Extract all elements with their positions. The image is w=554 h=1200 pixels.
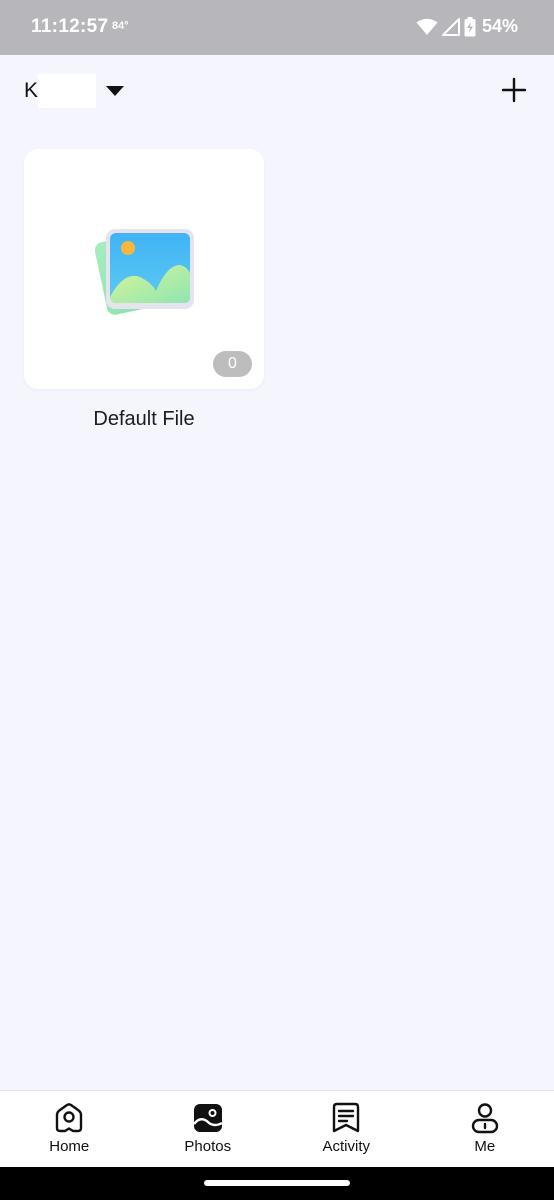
add-button[interactable] bbox=[498, 74, 530, 106]
battery-percentage: 54% bbox=[481, 16, 518, 36]
nav-me-label: Me bbox=[474, 1138, 496, 1155]
album-item[interactable]: 0 Default File bbox=[24, 149, 264, 431]
nav-home[interactable]: Home bbox=[0, 1091, 139, 1168]
account-selector[interactable]: K bbox=[24, 73, 125, 109]
gesture-handle[interactable] bbox=[204, 1180, 350, 1186]
nav-photos-label: Photos bbox=[184, 1138, 232, 1155]
album-name: Default File bbox=[93, 408, 195, 430]
account-name: K bbox=[24, 79, 39, 102]
nav-me[interactable]: Me bbox=[416, 1091, 554, 1168]
account-name-redacted bbox=[38, 74, 97, 108]
album-card[interactable]: 0 bbox=[24, 149, 264, 389]
nav-activity-label: Activity bbox=[322, 1138, 370, 1155]
wifi-icon bbox=[416, 18, 438, 36]
bottom-nav: Home Photos Activity Me bbox=[0, 1090, 554, 1168]
plus-icon bbox=[501, 77, 527, 103]
photo-stack-icon bbox=[94, 229, 194, 315]
status-bar: 11:12:57 84° 54% bbox=[0, 0, 554, 55]
battery-charging-icon bbox=[464, 16, 476, 37]
photos-icon bbox=[192, 1104, 223, 1132]
status-temperature: 84° bbox=[112, 20, 129, 32]
system-navigation-bar bbox=[0, 1167, 554, 1200]
nav-activity[interactable]: Activity bbox=[277, 1091, 416, 1168]
status-time: 11:12:57 bbox=[31, 16, 109, 37]
signal-icon bbox=[441, 17, 460, 36]
nav-home-label: Home bbox=[49, 1138, 90, 1155]
photo-count-badge: 0 bbox=[213, 351, 252, 377]
nav-photos[interactable]: Photos bbox=[139, 1091, 278, 1168]
header: K bbox=[0, 55, 554, 125]
home-icon bbox=[56, 1103, 83, 1133]
person-icon bbox=[471, 1103, 498, 1134]
caret-down-icon bbox=[106, 86, 125, 96]
status-icons: 54% bbox=[416, 16, 518, 37]
activity-icon bbox=[333, 1102, 360, 1133]
